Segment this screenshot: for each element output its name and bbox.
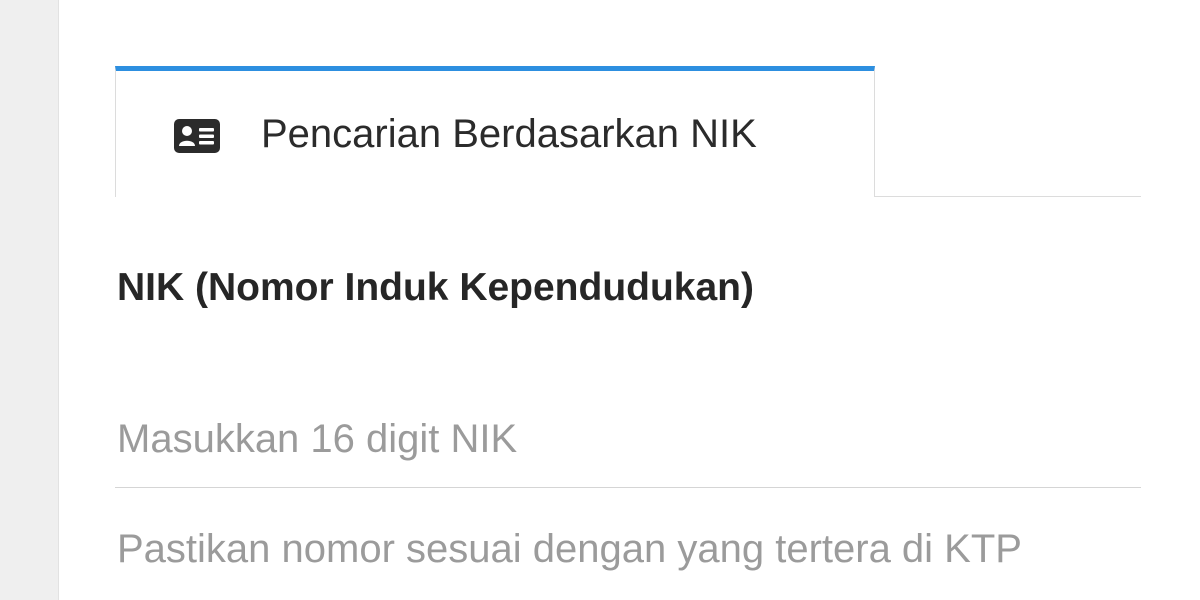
search-card: Pencarian Berdasarkan NIK NIK (Nomor Ind… bbox=[58, 0, 1200, 600]
id-card-icon bbox=[174, 119, 220, 153]
nik-input[interactable] bbox=[115, 392, 1141, 488]
tab-bar-divider bbox=[873, 196, 1141, 197]
nik-helper-text: Pastikan nomor sesuai dengan yang terter… bbox=[117, 527, 1022, 571]
tab-bar: Pencarian Berdasarkan NIK bbox=[115, 66, 1141, 197]
tab-search-by-nik[interactable]: Pencarian Berdasarkan NIK bbox=[115, 66, 875, 197]
nik-field-label: NIK (Nomor Induk Kependudukan) bbox=[117, 266, 754, 309]
tab-label: Pencarian Berdasarkan NIK bbox=[261, 112, 757, 156]
